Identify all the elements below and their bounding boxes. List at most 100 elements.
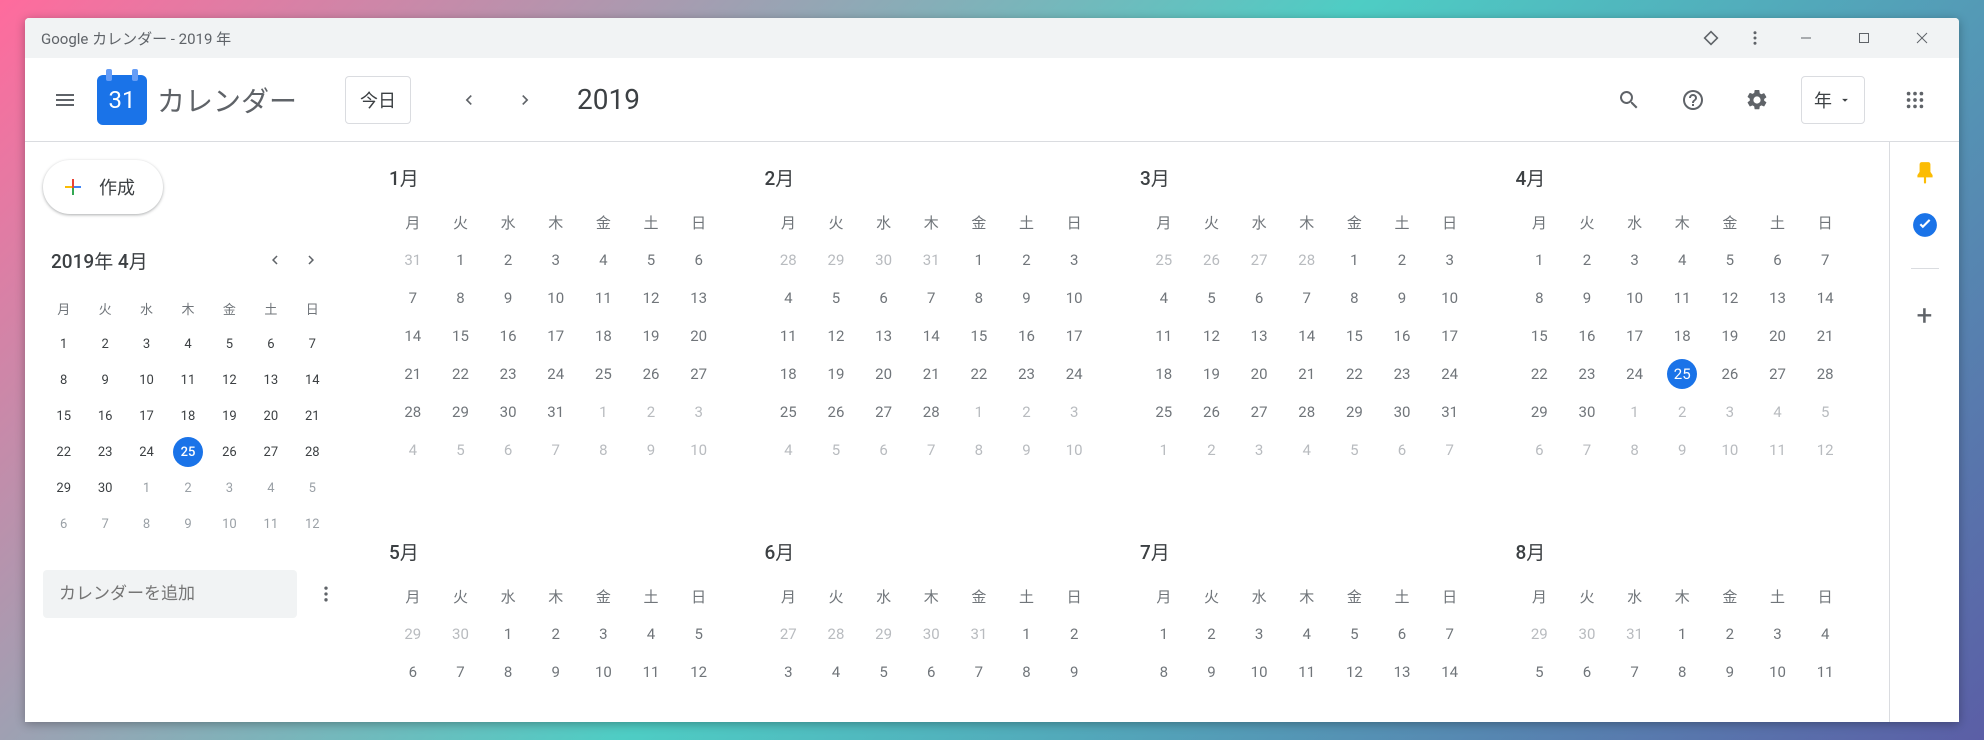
- mini-day-cell[interactable]: 10: [209, 506, 250, 542]
- month-day-cell[interactable]: 5: [812, 431, 860, 469]
- month-day-cell[interactable]: 12: [1801, 431, 1849, 469]
- month-day-cell[interactable]: 27: [860, 393, 908, 431]
- month-day-cell[interactable]: 23: [484, 355, 532, 393]
- month-day-cell[interactable]: 8: [1003, 653, 1051, 691]
- month-day-cell[interactable]: 8: [580, 431, 628, 469]
- mini-day-cell[interactable]: 5: [292, 470, 333, 506]
- month-day-cell[interactable]: 16: [1003, 317, 1051, 355]
- month-day-cell[interactable]: 30: [860, 241, 908, 279]
- month-day-cell[interactable]: 6: [860, 431, 908, 469]
- month-day-cell[interactable]: 13: [1235, 317, 1283, 355]
- mini-day-cell[interactable]: 28: [292, 434, 333, 470]
- month-day-cell[interactable]: 2: [1378, 241, 1426, 279]
- month-day-cell[interactable]: 28: [389, 393, 437, 431]
- month-day-cell[interactable]: 5: [1706, 241, 1754, 279]
- month-day-cell[interactable]: 11: [580, 279, 628, 317]
- month-day-cell[interactable]: 2: [1003, 241, 1051, 279]
- mini-day-cell[interactable]: 18: [167, 398, 208, 434]
- month-day-cell[interactable]: 16: [1378, 317, 1426, 355]
- month-day-cell[interactable]: 4: [765, 279, 813, 317]
- month-day-cell[interactable]: 22: [1331, 355, 1379, 393]
- month-day-cell[interactable]: 4: [1801, 615, 1849, 653]
- month-day-cell[interactable]: 18: [1140, 355, 1188, 393]
- month-day-cell[interactable]: 28: [1283, 241, 1331, 279]
- month-day-cell[interactable]: 9: [1658, 431, 1706, 469]
- prev-year-button[interactable]: [447, 78, 491, 122]
- month-day-cell[interactable]: 9: [532, 653, 580, 691]
- month-day-cell[interactable]: 7: [1801, 241, 1849, 279]
- month-day-cell[interactable]: 6: [860, 279, 908, 317]
- month-day-cell[interactable]: 7: [1611, 653, 1659, 691]
- month-day-cell[interactable]: 15: [1516, 317, 1564, 355]
- month-day-cell[interactable]: 2: [1188, 431, 1236, 469]
- month-day-cell[interactable]: 28: [812, 615, 860, 653]
- month-day-cell[interactable]: 2: [1563, 241, 1611, 279]
- month-day-cell[interactable]: 3: [1050, 241, 1098, 279]
- month-day-cell[interactable]: 2: [627, 393, 675, 431]
- month-day-cell[interactable]: 2: [532, 615, 580, 653]
- extension-icon[interactable]: [1689, 18, 1733, 58]
- month-day-cell[interactable]: 9: [1003, 279, 1051, 317]
- mini-day-cell[interactable]: 1: [126, 470, 167, 506]
- month-day-cell[interactable]: 5: [860, 653, 908, 691]
- month-day-cell[interactable]: 29: [1331, 393, 1379, 431]
- month-day-cell[interactable]: 25: [580, 355, 628, 393]
- mini-day-cell[interactable]: 8: [126, 506, 167, 542]
- month-day-cell[interactable]: 1: [1140, 431, 1188, 469]
- mini-day-cell[interactable]: 6: [43, 506, 84, 542]
- month-day-cell[interactable]: 12: [1188, 317, 1236, 355]
- month-day-cell[interactable]: 3: [1706, 393, 1754, 431]
- month-day-cell[interactable]: 10: [675, 431, 723, 469]
- mini-day-cell[interactable]: 13: [250, 362, 291, 398]
- month-day-cell[interactable]: 9: [1706, 653, 1754, 691]
- month-day-cell[interactable]: 3: [675, 393, 723, 431]
- month-day-cell[interactable]: 3: [580, 615, 628, 653]
- create-button[interactable]: 作成: [43, 160, 163, 214]
- mini-day-cell[interactable]: 19: [209, 398, 250, 434]
- mini-day-cell[interactable]: 14: [292, 362, 333, 398]
- month-day-cell[interactable]: 24: [532, 355, 580, 393]
- month-day-cell[interactable]: 6: [1378, 431, 1426, 469]
- month-day-cell[interactable]: 20: [675, 317, 723, 355]
- month-day-cell[interactable]: 8: [437, 279, 485, 317]
- mini-day-cell[interactable]: 12: [209, 362, 250, 398]
- maximize-button[interactable]: [1835, 18, 1893, 58]
- month-day-cell[interactable]: 2: [1706, 615, 1754, 653]
- month-day-cell[interactable]: 30: [1563, 615, 1611, 653]
- month-day-cell[interactable]: 13: [675, 279, 723, 317]
- month-day-cell[interactable]: 28: [1283, 393, 1331, 431]
- month-day-cell[interactable]: 10: [1706, 431, 1754, 469]
- month-day-cell[interactable]: 5: [1331, 615, 1379, 653]
- side-panel-add-icon[interactable]: +: [1917, 299, 1933, 332]
- month-day-cell[interactable]: 15: [955, 317, 1003, 355]
- more-vert-icon[interactable]: [1733, 18, 1777, 58]
- month-day-cell[interactable]: 25: [1140, 241, 1188, 279]
- month-day-cell[interactable]: 28: [1801, 355, 1849, 393]
- month-day-cell[interactable]: 18: [580, 317, 628, 355]
- month-day-cell[interactable]: 28: [765, 241, 813, 279]
- close-button[interactable]: [1893, 18, 1951, 58]
- mini-day-cell[interactable]: 15: [43, 398, 84, 434]
- month-day-cell[interactable]: 9: [627, 431, 675, 469]
- month-day-cell[interactable]: 30: [437, 615, 485, 653]
- month-day-cell[interactable]: 6: [675, 241, 723, 279]
- month-day-cell[interactable]: 4: [1140, 279, 1188, 317]
- month-day-cell[interactable]: 5: [627, 241, 675, 279]
- mini-day-cell[interactable]: 22: [43, 434, 84, 470]
- month-day-cell[interactable]: 18: [765, 355, 813, 393]
- month-day-cell[interactable]: 13: [860, 317, 908, 355]
- month-day-cell[interactable]: 29: [812, 241, 860, 279]
- month-day-cell[interactable]: 8: [1658, 653, 1706, 691]
- month-day-cell[interactable]: 1: [1658, 615, 1706, 653]
- month-day-cell[interactable]: 20: [1754, 317, 1802, 355]
- month-day-cell[interactable]: 6: [1754, 241, 1802, 279]
- month-day-cell[interactable]: 14: [907, 317, 955, 355]
- view-selector[interactable]: 年: [1801, 76, 1865, 124]
- month-day-cell[interactable]: 1: [955, 393, 1003, 431]
- month-day-cell[interactable]: 1: [1140, 615, 1188, 653]
- month-day-cell[interactable]: 7: [389, 279, 437, 317]
- month-day-cell[interactable]: 23: [1003, 355, 1051, 393]
- month-day-cell[interactable]: 24: [1050, 355, 1098, 393]
- month-day-cell[interactable]: 27: [1754, 355, 1802, 393]
- month-day-cell[interactable]: 2: [1658, 393, 1706, 431]
